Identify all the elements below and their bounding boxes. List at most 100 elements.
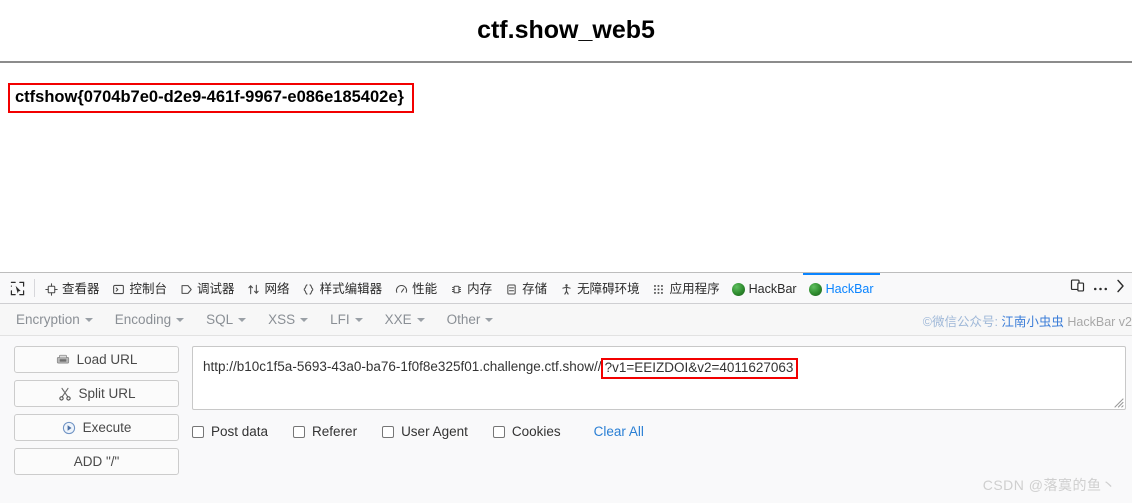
tab-label: 存储 — [522, 281, 548, 296]
tab-application[interactable]: 应用程序 — [646, 273, 726, 303]
hackbar-ext-icon — [808, 282, 822, 296]
checkbox-user-agent[interactable]: User Agent — [382, 424, 468, 439]
button-label: ADD "/" — [73, 454, 120, 469]
menu-label: Other — [446, 312, 481, 327]
console-icon — [112, 282, 126, 296]
tab-memory[interactable]: 内存 — [443, 273, 498, 303]
url-base: http://b10c1f5a-5693-43a0-ba76-1f0f8e325… — [203, 359, 598, 374]
url-query-highlight: ?v1=EEIZDOI&v2=4011627063 — [600, 358, 799, 379]
menu-label: XXE — [384, 312, 412, 327]
checkbox-label: User Agent — [401, 424, 468, 439]
devtools-panel: 查看器 控制台 调试器 网络 样式编辑器 性能 内存 存储 无障碍环境 应用程序… — [0, 272, 1132, 503]
menu-other[interactable]: Other — [447, 312, 494, 327]
hackbar-credit: ©微信公众号: 江南小虫虫 HackBar v2 — [923, 311, 1132, 330]
menu-encoding[interactable]: Encoding — [114, 312, 185, 327]
menu-encryption[interactable]: Encryption — [16, 312, 93, 327]
credit-prefix: ©微信公众号: — [922, 315, 1002, 329]
checkbox-box — [293, 425, 306, 438]
tab-inspector[interactable]: 查看器 — [38, 273, 106, 303]
menu-xss[interactable]: XSS — [268, 312, 309, 327]
chevron-down-icon — [84, 317, 93, 322]
menu-xxe[interactable]: XXE — [385, 312, 425, 327]
credit-author: 江南小虫虫 — [1001, 315, 1064, 329]
checkbox-label: Post data — [211, 424, 269, 439]
responsive-design-mode-icon[interactable] — [1070, 278, 1085, 298]
inspector-icon — [44, 282, 58, 296]
tab-hackbar-1[interactable]: HackBar — [726, 273, 803, 303]
chevron-down-icon — [300, 317, 309, 322]
style-editor-icon — [302, 282, 316, 296]
devtools-overflow-chevron-icon[interactable] — [1116, 279, 1125, 298]
tab-label: 性能 — [412, 281, 438, 296]
menu-label: Encryption — [16, 312, 80, 327]
chevron-down-icon — [416, 317, 425, 322]
devtools-tabbar: 查看器 控制台 调试器 网络 样式编辑器 性能 内存 存储 无障碍环境 应用程序… — [0, 273, 1132, 304]
chevron-down-icon — [485, 317, 494, 322]
split-url-button[interactable]: Split URL — [14, 380, 179, 407]
web-page-content: ctf.show_web5 ctfshow{0704b7e0-d2e9-461f… — [0, 0, 1132, 272]
button-label: Execute — [82, 420, 132, 435]
tab-hackbar-2[interactable]: HackBar — [802, 273, 880, 303]
checkbox-box — [492, 425, 505, 438]
tab-network[interactable]: 网络 — [241, 273, 296, 303]
tab-label: 样式编辑器 — [319, 281, 383, 296]
tab-label: 无障碍环境 — [577, 281, 640, 296]
checkbox-cookies[interactable]: Cookies — [492, 424, 561, 439]
flag-text: ctfshow{0704b7e0-d2e9-461f-9967-e086e185… — [15, 88, 404, 106]
add-slash-button[interactable]: ADD "/" — [14, 448, 179, 475]
hackbar-ext-icon — [731, 282, 745, 296]
network-icon — [247, 282, 261, 296]
button-label: Split URL — [78, 386, 136, 401]
checkbox-label: Cookies — [511, 424, 561, 439]
flag-highlight-box: ctfshow{0704b7e0-d2e9-461f-9967-e086e185… — [8, 83, 414, 113]
chevron-down-icon — [354, 317, 363, 322]
clear-all-link[interactable]: Clear All — [594, 424, 644, 439]
tab-accessibility[interactable]: 无障碍环境 — [553, 273, 646, 303]
menu-label: SQL — [206, 312, 234, 327]
url-text: http://b10c1f5a-5693-43a0-ba76-1f0f8e325… — [203, 357, 799, 379]
application-icon — [652, 282, 666, 296]
tab-label: HackBar — [825, 281, 874, 296]
menu-lfi[interactable]: LFI — [330, 312, 363, 327]
button-label: Load URL — [76, 352, 138, 367]
menu-sql[interactable]: SQL — [206, 312, 247, 327]
execute-button[interactable]: Execute — [14, 414, 179, 441]
tab-label: 查看器 — [62, 281, 100, 296]
devtools-options-icon[interactable] — [1093, 279, 1108, 297]
tab-storage[interactable]: 存储 — [498, 273, 553, 303]
memory-icon — [449, 282, 463, 296]
tab-label: 网络 — [264, 281, 290, 296]
csdn-watermark: CSDN @落寞的鱼丶 — [982, 477, 1116, 493]
tab-console[interactable]: 控制台 — [106, 273, 174, 303]
menu-label: Encoding — [114, 312, 172, 327]
element-picker-icon — [10, 281, 25, 295]
textarea-resize-handle[interactable] — [1111, 395, 1124, 408]
hackbar-action-buttons: Load URL Split URL Execute ADD "/" — [14, 346, 179, 503]
load-url-icon — [56, 352, 71, 367]
chevron-down-icon — [238, 317, 247, 322]
debugger-icon — [179, 282, 193, 296]
hackbar-menubar: Encryption Encoding SQL XSS LFI XXE Othe… — [0, 304, 1132, 336]
tab-performance[interactable]: 性能 — [388, 273, 443, 303]
tab-label: 控制台 — [129, 281, 168, 296]
url-query: ?v1=EEIZDOI&v2=4011627063 — [604, 360, 794, 375]
menu-label: LFI — [330, 312, 350, 327]
tab-label: 应用程序 — [669, 281, 720, 296]
split-url-icon — [57, 386, 72, 401]
chevron-down-icon — [176, 317, 185, 322]
load-url-button[interactable]: Load URL — [14, 346, 179, 373]
hackbar-options-row: Post data Referer User Agent Cookies Cle… — [192, 424, 1126, 439]
checkbox-referer[interactable]: Referer — [293, 424, 357, 439]
storage-icon — [504, 282, 518, 296]
checkbox-post-data[interactable]: Post data — [192, 424, 268, 439]
element-picker-button[interactable] — [4, 273, 31, 303]
page-divider — [0, 61, 1132, 63]
credit-version: HackBar v2 — [1063, 315, 1132, 329]
tab-debugger[interactable]: 调试器 — [173, 273, 241, 303]
accessibility-icon — [559, 282, 573, 296]
url-input[interactable]: http://b10c1f5a-5693-43a0-ba76-1f0f8e325… — [192, 346, 1126, 410]
tab-style-editor[interactable]: 样式编辑器 — [296, 273, 389, 303]
performance-icon — [394, 282, 408, 296]
devtools-tabbar-actions — [1064, 273, 1132, 303]
tabbar-divider — [34, 279, 35, 297]
